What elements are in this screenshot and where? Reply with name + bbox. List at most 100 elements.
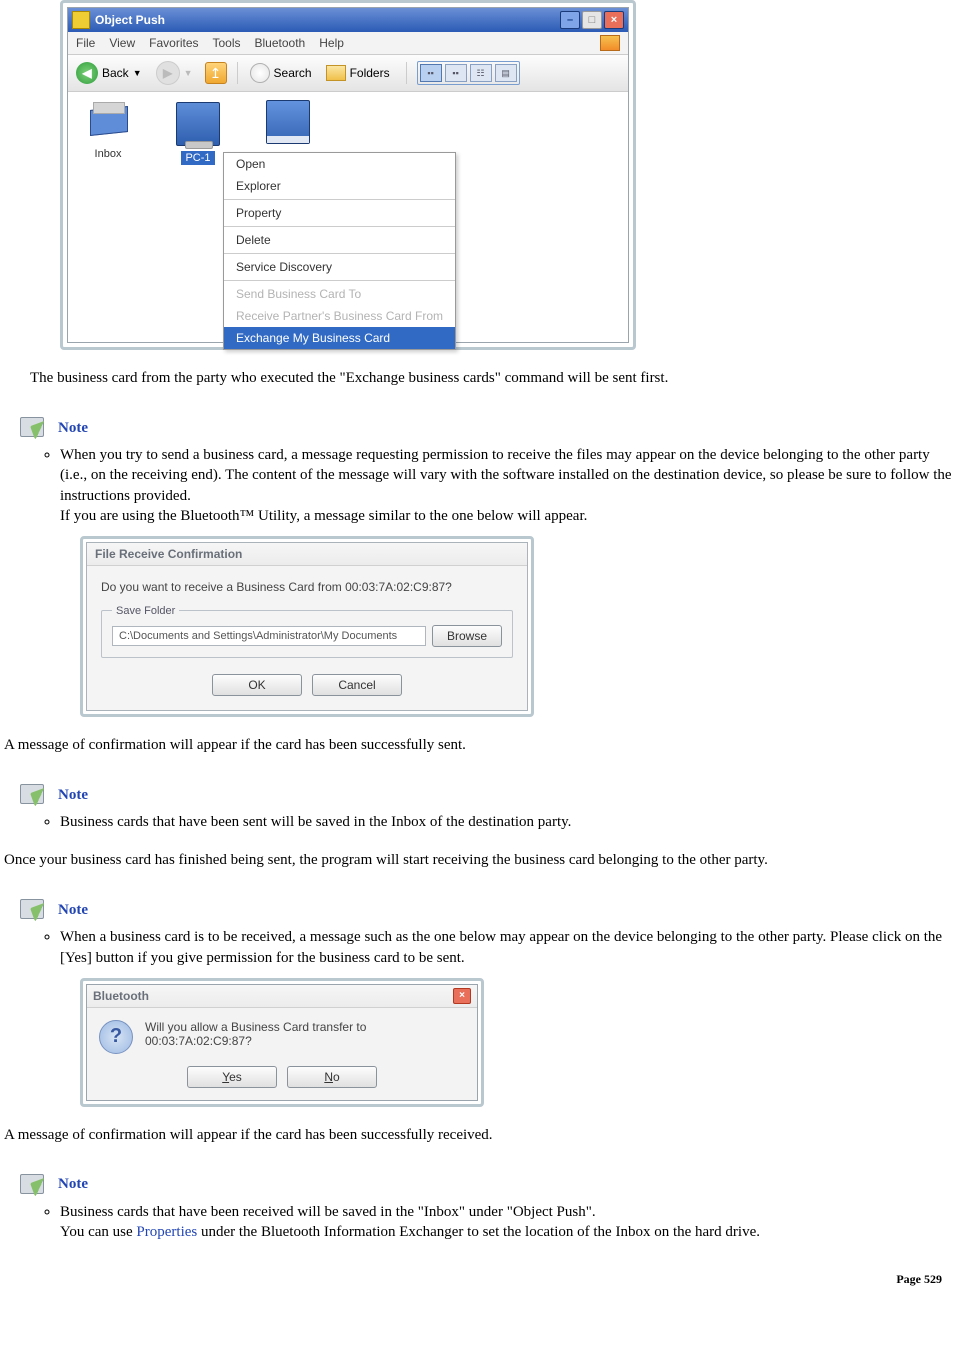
paragraph: A message of confirmation will appear if… [0,737,954,754]
dialog-question: Do you want to receive a Business Card f… [101,580,513,594]
yes-label: es [229,1070,242,1084]
menu-view[interactable]: View [109,36,135,50]
menu-separator [224,253,455,254]
ctx-open[interactable]: Open [224,153,455,175]
bluetooth-dialog: Bluetooth × ? Will you allow a Business … [86,984,478,1101]
toolbar: ◀ Back ▼ ▶ ▼ ↥ Search Folders ▪▪ ▪▪ [68,55,628,92]
file-receive-dialog: File Receive Confirmation Do you want to… [86,542,528,711]
menu-separator [224,280,455,281]
ctx-delete[interactable]: Delete [224,229,455,251]
inbox-icon [87,102,129,144]
dropdown-icon: ▼ [184,68,193,78]
view-list-button[interactable]: ▪▪ [445,64,467,82]
dropdown-icon: ▼ [133,68,142,78]
ctx-explorer[interactable]: Explorer [224,175,455,197]
throbber-icon [600,35,620,51]
close-button[interactable]: × [453,988,471,1004]
note-icon [20,417,48,439]
back-button[interactable]: ◀ Back ▼ [74,60,148,86]
question-icon: ? [99,1020,133,1054]
close-button[interactable]: × [604,11,624,29]
note-text: You can use [60,1224,136,1240]
app-icon [72,11,90,29]
ctx-receive-card[interactable]: Receive Partner's Business Card From [224,305,455,327]
search-button[interactable]: Search [248,61,318,85]
note-label: Note [58,1176,88,1193]
pc1-label: PC-1 [181,151,214,165]
note-icon [20,784,48,806]
dialog-title: File Receive Confirmation [87,543,527,566]
view-thumbs-button[interactable]: ▤ [495,64,517,82]
menu-help[interactable]: Help [319,36,344,50]
inbox-label: Inbox [78,148,138,160]
cancel-button[interactable]: Cancel [312,674,402,696]
dialog-title-row: Bluetooth × [87,985,477,1008]
note-item: Business cards that have been received w… [60,1202,954,1243]
pc2-item[interactable] [258,100,318,148]
separator [237,62,238,84]
search-label: Search [274,66,312,80]
note-heading: Note [20,1174,954,1196]
note-item: Business cards that have been sent will … [60,812,954,832]
note-text: under the Bluetooth Information Exchange… [197,1224,760,1240]
object-push-window: Object Push – □ × File View Favorites To… [67,7,629,343]
no-label: o [333,1070,340,1084]
ok-button[interactable]: OK [212,674,302,696]
note-subtext: If you are using the Bluetooth™ Utility,… [60,508,587,524]
ctx-service-discovery[interactable]: Service Discovery [224,256,455,278]
note-label: Note [58,902,88,919]
content-area: Inbox PC-1 Open Explorer Property Delete… [68,92,628,342]
note-item: When you try to send a business card, a … [60,445,954,526]
context-menu: Open Explorer Property Delete Service Di… [223,152,456,350]
ctx-property[interactable]: Property [224,202,455,224]
note-icon [20,1174,48,1196]
object-push-window-screenshot: Object Push – □ × File View Favorites To… [60,0,636,350]
note-label: Note [58,787,88,804]
pc-icon [266,100,310,144]
view-icons-button[interactable]: ▪▪ [420,64,442,82]
path-input[interactable]: C:\Documents and Settings\Administrator\… [112,626,426,646]
paragraph: A message of confirmation will appear if… [0,1127,954,1144]
menu-bluetooth[interactable]: Bluetooth [255,36,306,50]
browse-button[interactable]: Browse [432,625,502,647]
minimize-button[interactable]: – [560,11,580,29]
inbox-item[interactable]: Inbox [78,102,138,160]
note-text: When you try to send a business card, a … [60,447,952,504]
pc1-item[interactable]: PC-1 [168,102,228,165]
view-details-button[interactable]: ☷ [470,64,492,82]
page-number: Page 529 [0,1272,942,1287]
menu-favorites[interactable]: Favorites [149,36,198,50]
no-button[interactable]: No [287,1066,377,1088]
ctx-send-card[interactable]: Send Business Card To [224,283,455,305]
note-label: Note [58,420,88,437]
folders-label: Folders [350,66,390,80]
ctx-exchange-card[interactable]: Exchange My Business Card [224,327,455,349]
view-buttons: ▪▪ ▪▪ ☷ ▤ [417,61,520,85]
maximize-button[interactable]: □ [582,11,602,29]
note-item: When a business card is to be received, … [60,927,954,968]
menu-file[interactable]: File [76,36,95,50]
forward-button[interactable]: ▶ ▼ [154,59,199,87]
paragraph: The business card from the party who exe… [30,370,924,387]
back-label: Back [102,66,129,80]
save-folder-fieldset: Save Folder C:\Documents and Settings\Ad… [101,610,513,658]
search-icon [250,63,270,83]
menubar: File View Favorites Tools Bluetooth Help [68,32,628,55]
properties-link[interactable]: Properties [136,1224,197,1240]
menu-separator [224,226,455,227]
bluetooth-dialog-screenshot: Bluetooth × ? Will you allow a Business … [80,978,484,1107]
note-icon [20,899,48,921]
yes-button[interactable]: Yes [187,1066,277,1088]
folders-button[interactable]: Folders [324,63,396,83]
paragraph: Once your business card has finished bei… [0,852,954,869]
menu-separator [224,199,455,200]
folders-icon [326,65,346,81]
separator [406,62,407,84]
window-title: Object Push [95,13,165,27]
up-button[interactable]: ↥ [205,62,227,84]
note-heading: Note [20,899,954,921]
forward-icon: ▶ [156,61,180,85]
back-icon: ◀ [76,62,98,84]
dialog-title: Bluetooth [93,989,149,1003]
menu-tools[interactable]: Tools [213,36,241,50]
